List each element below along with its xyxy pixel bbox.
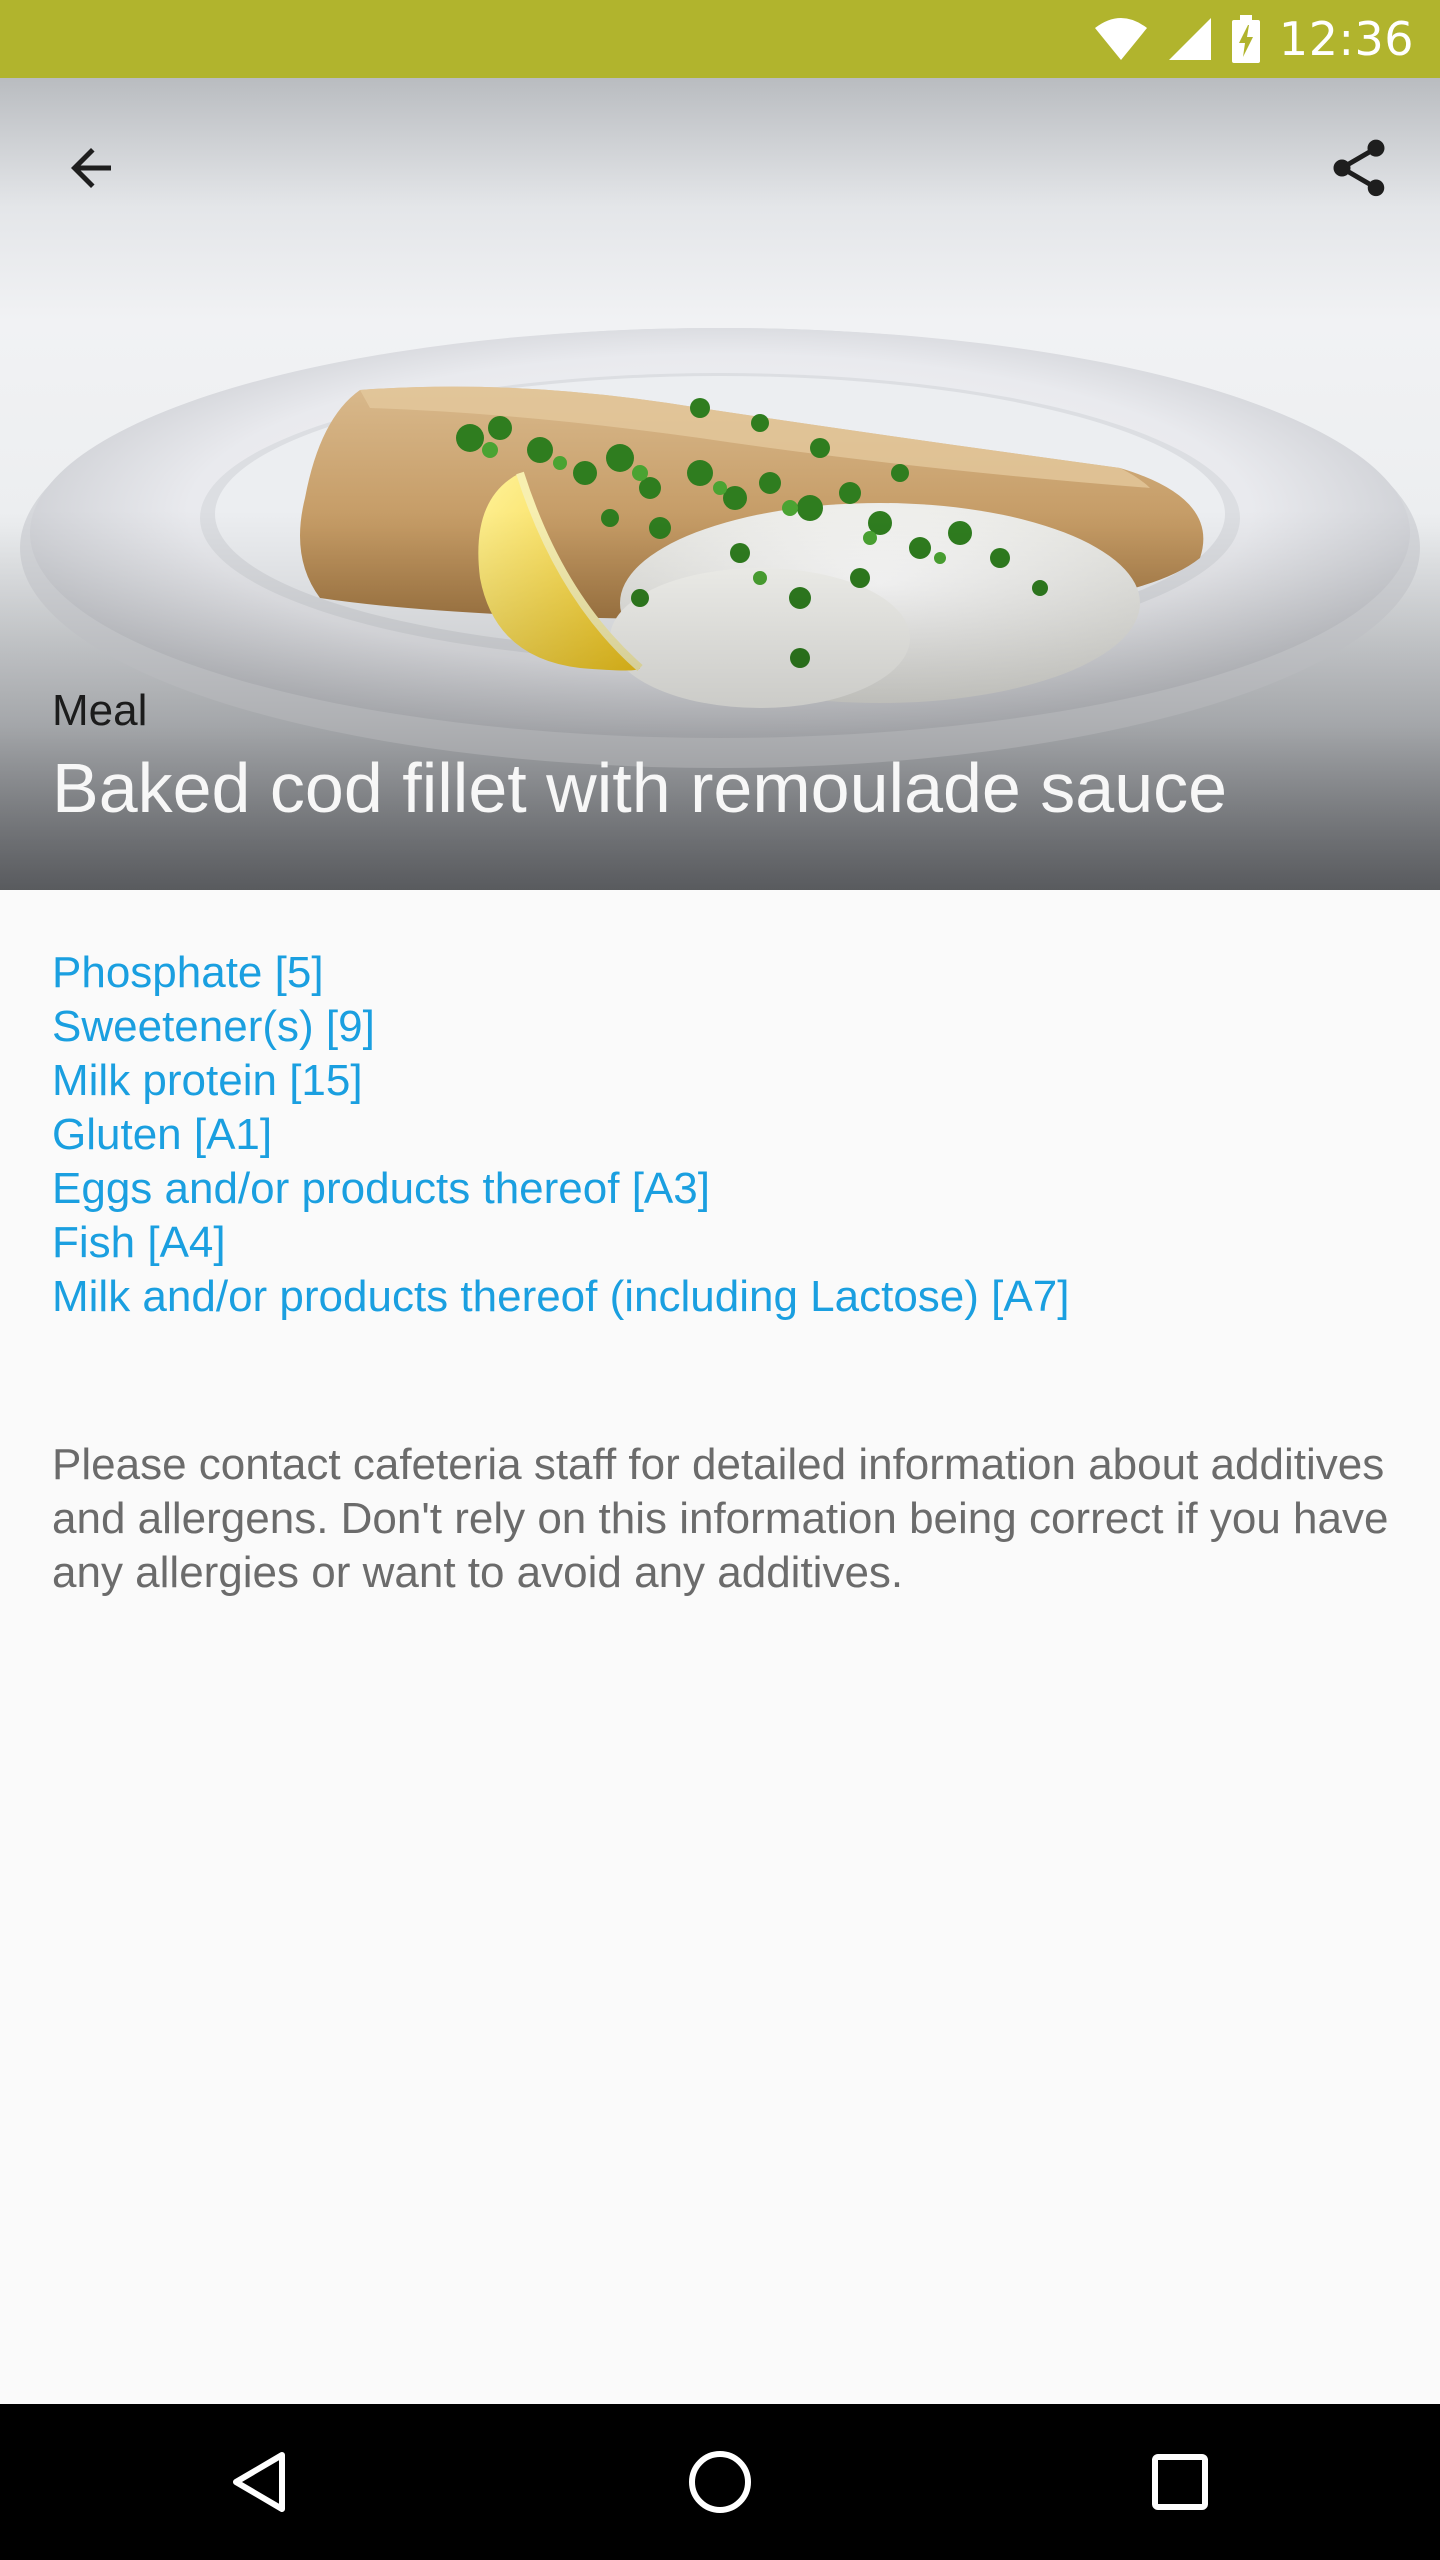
- additive-link[interactable]: Sweetener(s) [9]: [52, 1000, 1069, 1054]
- nav-back-button[interactable]: [190, 2422, 330, 2542]
- meal-details: Phosphate [5] Sweetener(s) [9] Milk prot…: [0, 890, 1440, 2404]
- battery-charging-icon: [1231, 15, 1260, 63]
- nav-back-icon: [233, 2452, 285, 2512]
- hero-header: Meal Baked cod fillet with remoulade sau…: [0, 78, 1440, 890]
- share-icon: [1333, 139, 1385, 197]
- additive-link[interactable]: Eggs and/or products thereof [A3]: [52, 1162, 1069, 1216]
- back-button[interactable]: [36, 113, 146, 223]
- additives-list: Phosphate [5] Sweetener(s) [9] Milk prot…: [52, 946, 1069, 1324]
- wifi-icon: [1094, 18, 1147, 60]
- system-nav-bar: [0, 2404, 1440, 2560]
- nav-home-icon: [689, 2451, 751, 2513]
- nav-recents-icon: [1152, 2454, 1208, 2510]
- title-scrim: [0, 510, 1440, 890]
- status-bar: 12:36: [0, 0, 1440, 78]
- nav-recents-button[interactable]: [1110, 2422, 1250, 2542]
- arrow-back-icon: [71, 148, 111, 188]
- additive-link[interactable]: Phosphate [5]: [52, 946, 1069, 1000]
- additive-link[interactable]: Milk protein [15]: [52, 1054, 1069, 1108]
- status-time: 12:36: [1278, 12, 1414, 66]
- meal-category: Meal: [52, 686, 148, 735]
- additive-link[interactable]: Fish [A4]: [52, 1216, 1069, 1270]
- nav-home-button[interactable]: [650, 2422, 790, 2542]
- additive-link[interactable]: Milk and/or products thereof (including …: [52, 1270, 1069, 1324]
- meal-title: Baked cod fillet with remoulade sauce: [52, 749, 1228, 827]
- allergen-disclaimer: Please contact cafeteria staff for detai…: [52, 1440, 1389, 1597]
- share-button[interactable]: [1304, 113, 1414, 223]
- additive-link[interactable]: Gluten [A1]: [52, 1108, 1069, 1162]
- cell-signal-icon: [1168, 18, 1211, 60]
